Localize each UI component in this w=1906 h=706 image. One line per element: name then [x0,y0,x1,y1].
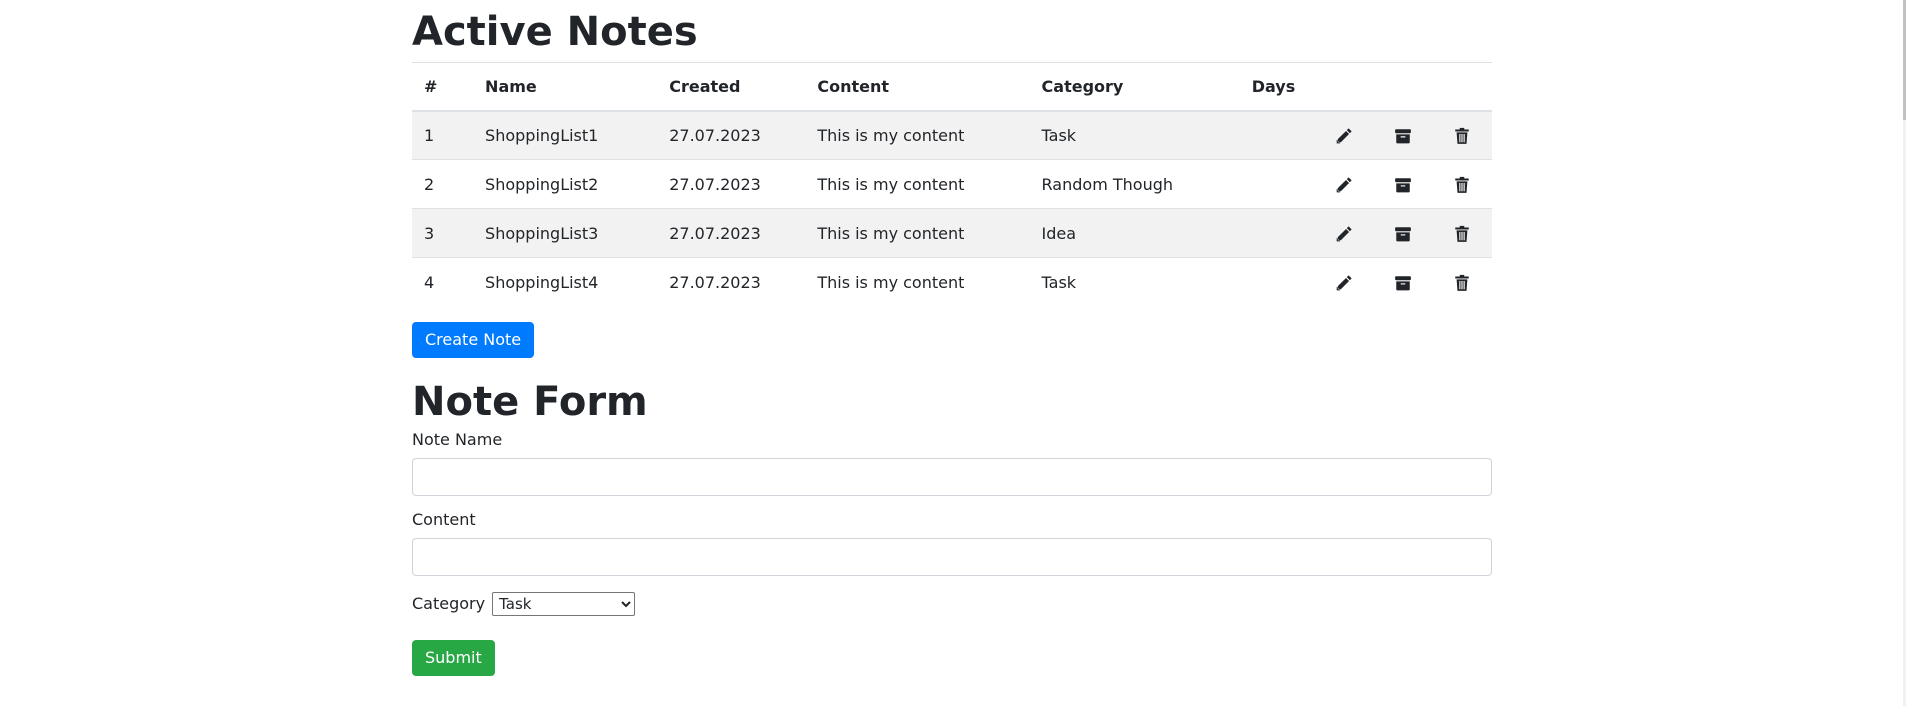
delete-button[interactable] [1432,257,1492,307]
trash-icon[interactable] [1453,225,1471,243]
delete-button[interactable] [1432,159,1492,209]
table-row: 1 ShoppingList1 27.07.2023 This is my co… [412,110,1492,160]
category-label: Category [412,594,486,613]
archive-button[interactable] [1373,159,1433,209]
archive-button[interactable] [1373,257,1433,307]
column-header-name: Name [473,62,658,112]
delete-button[interactable] [1432,208,1492,258]
pencil-icon[interactable] [1335,127,1353,145]
row-category: Task [1029,257,1240,307]
row-name: ShoppingList4 [473,257,658,307]
create-note-wrapper: Create Note [412,321,1492,360]
column-header-archive [1373,62,1433,112]
row-days [1239,257,1315,307]
category-select[interactable]: Task [492,591,636,616]
archive-icon[interactable] [1394,176,1412,194]
column-header-days: Days [1239,62,1315,112]
row-content: This is my content [805,257,1030,307]
note-name-group: Note Name [412,430,1492,496]
table-row: 2 ShoppingList2 27.07.2023 This is my co… [412,159,1492,209]
row-created: 27.07.2023 [657,159,806,209]
create-note-button[interactable]: Create Note [412,321,535,358]
row-created: 27.07.2023 [657,257,806,307]
column-header-edit [1314,62,1374,112]
delete-button[interactable] [1432,110,1492,160]
column-header-category: Category [1029,62,1240,112]
row-days [1239,208,1315,258]
archive-button[interactable] [1373,208,1433,258]
row-name: ShoppingList3 [473,208,658,258]
row-category: Idea [1029,208,1240,258]
pencil-icon[interactable] [1335,225,1353,243]
row-category: Task [1029,110,1240,160]
content-input[interactable] [412,537,1492,576]
archive-button[interactable] [1373,110,1433,160]
submit-wrapper: Submit [412,639,1492,676]
table-row: 4 ShoppingList4 27.07.2023 This is my co… [412,257,1492,307]
active-notes-title: Active Notes [412,9,698,55]
row-number: 4 [412,257,474,307]
column-header-content: Content [805,62,1030,112]
row-created: 27.07.2023 [657,110,806,160]
edit-button[interactable] [1314,208,1374,258]
edit-button[interactable] [1314,257,1374,307]
note-form: Note Name Content Category Task Submit [412,430,1492,676]
row-number: 1 [412,110,474,160]
archive-icon[interactable] [1394,274,1412,292]
content-group: Content [412,510,1492,576]
page-container: Active Notes # Name Created Content Cate… [412,0,1492,676]
note-name-label: Note Name [412,429,503,449]
row-category: Random Though [1029,159,1240,209]
note-name-input[interactable] [412,457,1492,496]
pencil-icon[interactable] [1335,274,1353,292]
trash-icon[interactable] [1453,274,1471,292]
archive-icon[interactable] [1394,127,1412,145]
row-content: This is my content [805,159,1030,209]
row-content: This is my content [805,110,1030,160]
row-days [1239,159,1315,209]
submit-button[interactable]: Submit [412,639,495,676]
pencil-icon[interactable] [1335,176,1353,194]
row-days [1239,110,1315,160]
archive-icon[interactable] [1394,225,1412,243]
table-row: 3 ShoppingList3 27.07.2023 This is my co… [412,208,1492,258]
row-number: 3 [412,208,474,258]
trash-icon[interactable] [1453,176,1471,194]
row-content: This is my content [805,208,1030,258]
edit-button[interactable] [1314,159,1374,209]
notes-table: # Name Created Content Category Days 1 S… [412,62,1492,307]
column-header-number: # [412,62,474,112]
row-name: ShoppingList2 [473,159,658,209]
category-group: Category Task [412,591,1492,616]
row-created: 27.07.2023 [657,208,806,258]
column-header-delete [1432,62,1492,112]
content-label: Content [412,509,476,529]
row-name: ShoppingList1 [473,110,658,160]
edit-button[interactable] [1314,110,1374,160]
column-header-created: Created [657,62,806,112]
trash-icon[interactable] [1453,127,1471,145]
row-number: 2 [412,159,474,209]
table-header-row: # Name Created Content Category Days [412,62,1492,112]
note-form-title: Note Form [412,378,648,425]
